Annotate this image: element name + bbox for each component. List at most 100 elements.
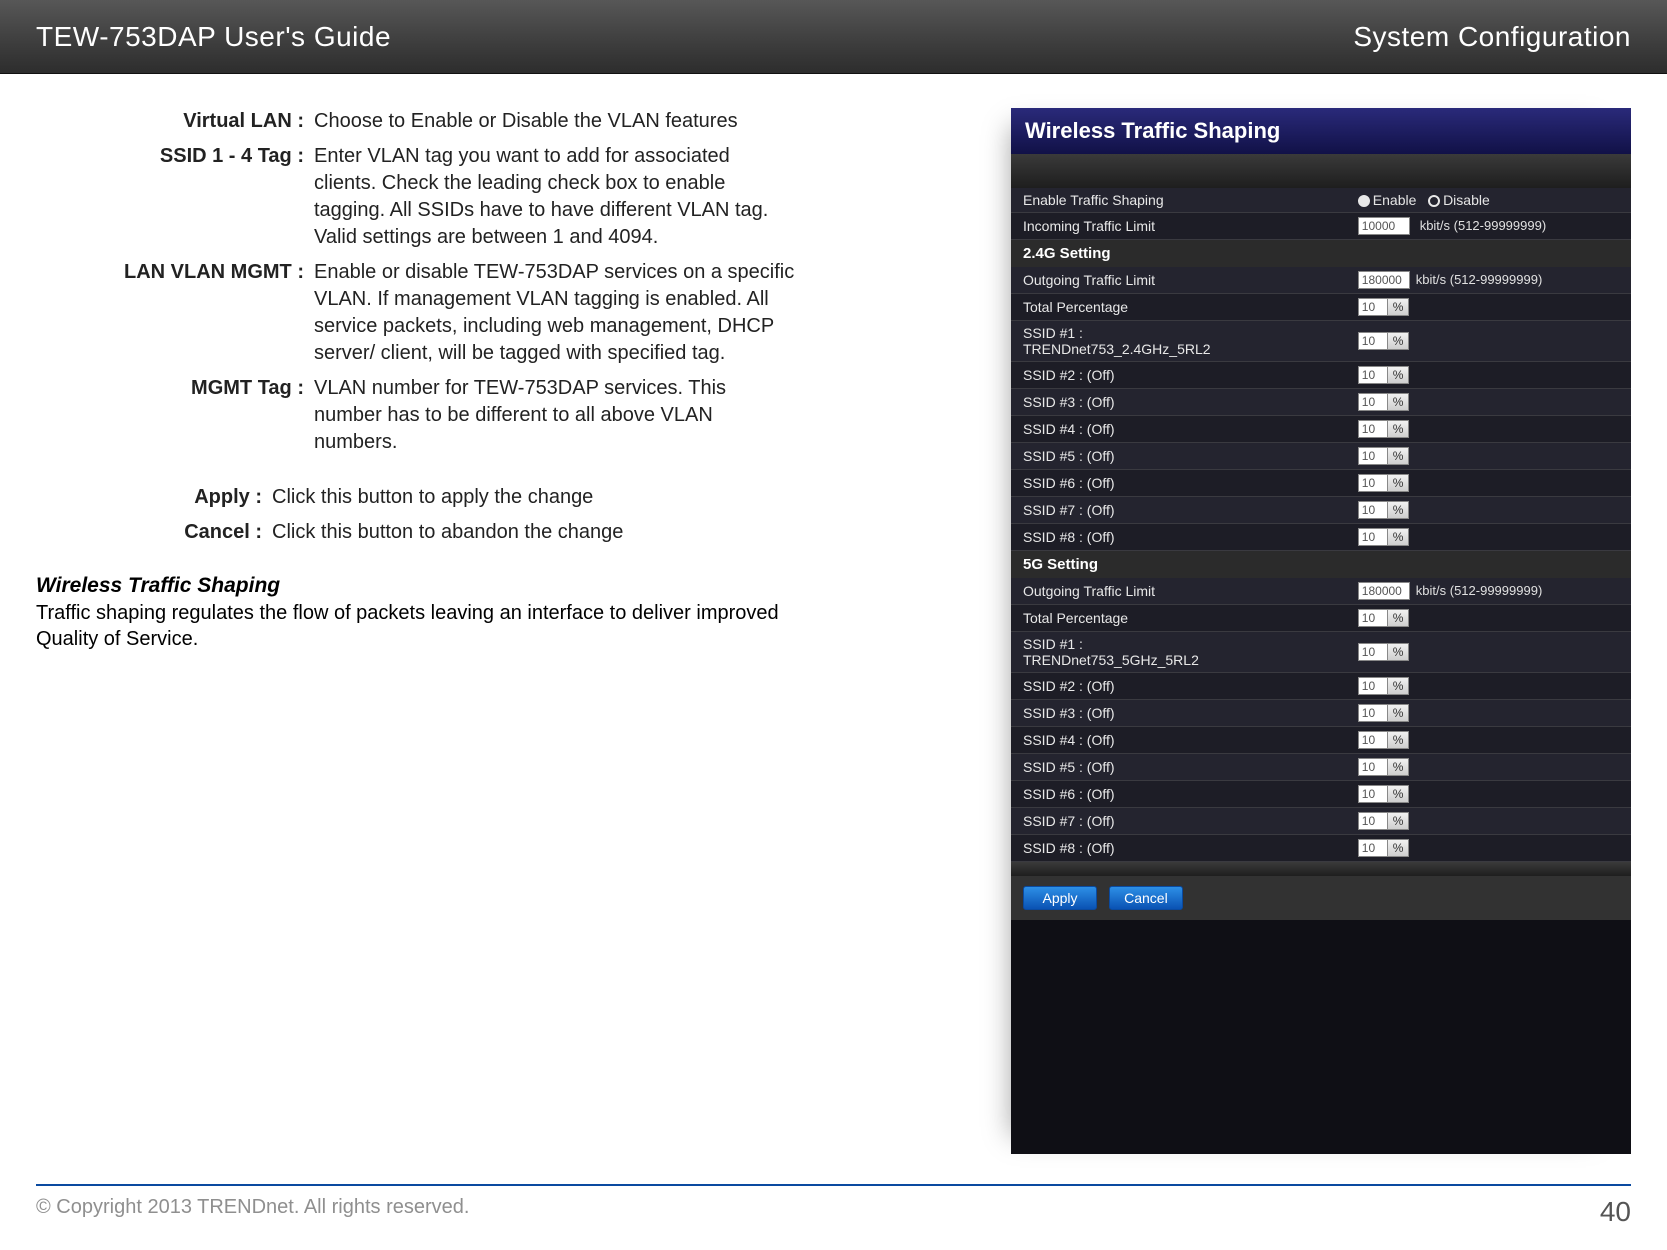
ssid-label: SSID #6 : (Off)	[1011, 781, 1346, 808]
total-row: Total Percentage%	[1011, 605, 1631, 632]
ssid-label: SSID #8 : (Off)	[1011, 835, 1346, 862]
ssid-row: SSID #6 : (Off)%	[1011, 781, 1631, 808]
outgoing-row: Outgoing Traffic Limitkbit/s (512-999999…	[1011, 267, 1631, 294]
ssid-input[interactable]	[1358, 758, 1388, 776]
subsection-body: Traffic shaping regulates the flow of pa…	[36, 600, 796, 652]
ssid-input[interactable]	[1358, 704, 1388, 722]
percent-unit: %	[1387, 501, 1410, 519]
ssid-input[interactable]	[1358, 332, 1388, 350]
outgoing-unit: kbit/s (512-99999999)	[1416, 583, 1542, 598]
ssid-label: SSID #4 : (Off)	[1011, 416, 1346, 443]
definition-label: Virtual LAN :	[36, 108, 314, 135]
apply-button[interactable]: Apply	[1023, 886, 1097, 910]
ssid-row: SSID #6 : (Off)%	[1011, 470, 1631, 497]
ssid-label: SSID #5 : (Off)	[1011, 754, 1346, 781]
definition-row: Apply :Click this button to apply the ch…	[36, 484, 796, 511]
total-label: Total Percentage	[1011, 294, 1346, 321]
percent-unit: %	[1387, 677, 1410, 695]
enable-controls: Enable Disable	[1346, 188, 1631, 213]
ssid-label: SSID #1 :TRENDnet753_5GHz_5RL2	[1011, 632, 1346, 673]
definition-row: Cancel :Click this button to abandon the…	[36, 519, 796, 546]
footer-copyright: © Copyright 2013 TRENDnet. All rights re…	[36, 1196, 469, 1228]
percent-unit: %	[1387, 758, 1410, 776]
definition-row: MGMT Tag :VLAN number for TEW-753DAP ser…	[36, 375, 796, 456]
percent-unit: %	[1387, 731, 1410, 749]
outgoing-unit: kbit/s (512-99999999)	[1416, 272, 1542, 287]
percent-unit: %	[1387, 420, 1410, 438]
total-label: Total Percentage	[1011, 605, 1346, 632]
page-header: TEW-753DAP User's Guide System Configura…	[0, 0, 1667, 74]
incoming-label: Incoming Traffic Limit	[1011, 213, 1346, 240]
ssid-input[interactable]	[1358, 393, 1388, 411]
definition-label: MGMT Tag :	[36, 375, 314, 456]
ssid-input[interactable]	[1358, 643, 1388, 661]
panel-button-row: Apply Cancel	[1011, 876, 1631, 920]
radio-disable-label: Disable	[1443, 192, 1490, 208]
percent-unit: %	[1387, 366, 1410, 384]
ssid-input[interactable]	[1358, 474, 1388, 492]
ssid-label: SSID #4 : (Off)	[1011, 727, 1346, 754]
ssid-row: SSID #4 : (Off)%	[1011, 727, 1631, 754]
definition-text: Choose to Enable or Disable the VLAN fea…	[314, 108, 796, 135]
ssid-input[interactable]	[1358, 677, 1388, 695]
ssid-input[interactable]	[1358, 420, 1388, 438]
percent-unit: %	[1387, 609, 1410, 627]
header-left: TEW-753DAP User's Guide	[36, 21, 391, 53]
incoming-row: Incoming Traffic Limit kbit/s (512-99999…	[1011, 213, 1631, 240]
ssid-row: SSID #8 : (Off)%	[1011, 524, 1631, 551]
outgoing-label: Outgoing Traffic Limit	[1011, 578, 1346, 605]
percent-unit: %	[1387, 812, 1410, 830]
percent-unit: %	[1387, 393, 1410, 411]
percent-unit: %	[1387, 785, 1410, 803]
radio-enable-icon[interactable]	[1358, 195, 1370, 207]
definition-row: Virtual LAN :Choose to Enable or Disable…	[36, 108, 796, 135]
percent-unit: %	[1387, 839, 1410, 857]
band-header: 5G Setting	[1011, 551, 1631, 578]
total-row: Total Percentage%	[1011, 294, 1631, 321]
ssid-label: SSID #5 : (Off)	[1011, 443, 1346, 470]
config-panel: Wireless Traffic Shaping Enable Traffic …	[1011, 108, 1631, 1154]
panel-table-top: Enable Traffic Shaping Enable Disable In…	[1011, 188, 1631, 240]
outgoing-input[interactable]	[1358, 271, 1410, 289]
definition-text: VLAN number for TEW-753DAP services. Thi…	[314, 375, 796, 456]
ssid-input[interactable]	[1358, 839, 1388, 857]
ssid-input[interactable]	[1358, 501, 1388, 519]
definition-text: Enable or disable TEW-753DAP services on…	[314, 259, 796, 367]
outgoing-input[interactable]	[1358, 582, 1410, 600]
content-area: Virtual LAN :Choose to Enable or Disable…	[0, 74, 1667, 1154]
enable-label: Enable Traffic Shaping	[1011, 188, 1346, 213]
incoming-input[interactable]	[1358, 217, 1410, 235]
action-definitions: Apply :Click this button to apply the ch…	[36, 484, 796, 546]
percent-unit: %	[1387, 298, 1410, 316]
definition-label: Cancel :	[36, 519, 272, 546]
definition-row: SSID 1 - 4 Tag :Enter VLAN tag you want …	[36, 143, 796, 251]
percent-unit: %	[1387, 332, 1410, 350]
cancel-button[interactable]: Cancel	[1109, 886, 1183, 910]
definition-text: Enter VLAN tag you want to add for assoc…	[314, 143, 796, 251]
incoming-unit: kbit/s (512-99999999)	[1420, 218, 1546, 233]
ssid-input[interactable]	[1358, 366, 1388, 384]
left-column: Virtual LAN :Choose to Enable or Disable…	[36, 108, 836, 1154]
definition-text: Click this button to apply the change	[272, 484, 796, 511]
page-footer: © Copyright 2013 TRENDnet. All rights re…	[36, 1184, 1631, 1228]
percent-unit: %	[1387, 474, 1410, 492]
ssid-input[interactable]	[1358, 731, 1388, 749]
ssid-input[interactable]	[1358, 528, 1388, 546]
panel-toolbar-gap	[1011, 154, 1631, 188]
total-input[interactable]	[1358, 609, 1388, 627]
definition-row: LAN VLAN MGMT :Enable or disable TEW-753…	[36, 259, 796, 367]
enable-row: Enable Traffic Shaping Enable Disable	[1011, 188, 1631, 213]
definition-label: SSID 1 - 4 Tag :	[36, 143, 314, 251]
ssid-input[interactable]	[1358, 447, 1388, 465]
subsection-heading: Wireless Traffic Shaping	[36, 574, 796, 598]
ssid-input[interactable]	[1358, 812, 1388, 830]
ssid-label: SSID #7 : (Off)	[1011, 808, 1346, 835]
total-input[interactable]	[1358, 298, 1388, 316]
radio-disable-icon[interactable]	[1428, 195, 1440, 207]
ssid-label: SSID #2 : (Off)	[1011, 362, 1346, 389]
ssid-row: SSID #7 : (Off)%	[1011, 808, 1631, 835]
panel-pre-button-gap	[1011, 862, 1631, 876]
ssid-row: SSID #4 : (Off)%	[1011, 416, 1631, 443]
ssid-input[interactable]	[1358, 785, 1388, 803]
ssid-row: SSID #1 :TRENDnet753_5GHz_5RL2%	[1011, 632, 1631, 673]
